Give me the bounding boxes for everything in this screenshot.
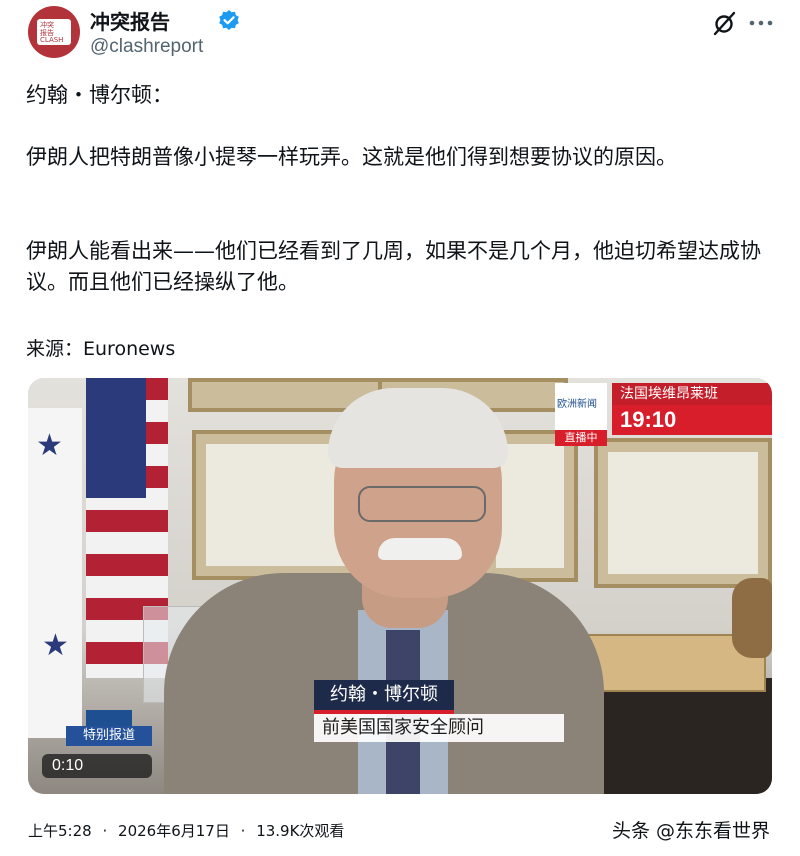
more-options-icon[interactable] <box>748 10 774 36</box>
post-header: 冲突 报告 CLASH 冲突报告 @clashreport <box>0 0 800 64</box>
post-views: 13.9K次观看 <box>256 822 345 840</box>
eagle-statue <box>732 578 772 658</box>
avatar-logo: 冲突 报告 CLASH <box>37 19 71 45</box>
post-paragraph-1: 伊朗人把特朗普像小提琴一样玩弄。这就是他们得到想要协议的原因。 <box>26 145 677 169</box>
avatar-logo-text-1: 冲突 <box>40 21 54 29</box>
special-report-logo <box>86 710 132 726</box>
verified-badge-icon <box>219 10 239 30</box>
location-label: 法国埃维昂莱班 <box>612 383 772 405</box>
lower-third-name: 约翰・博尔顿 <box>314 680 454 710</box>
meta-separator-1: · <box>102 822 108 840</box>
post-meta: 上午5:28 · 2026年6月17日 · 13.9K次观看 <box>28 820 344 841</box>
account-name[interactable]: 冲突报告 <box>90 6 170 35</box>
special-report-badge: 特别报道 <box>66 726 152 746</box>
post-paragraph-2: 伊朗人能看出来——他们已经看到了几周，如果不是几个月，他迫切希望达成协议。而且他… <box>26 239 761 294</box>
account-handle[interactable]: @clashreport <box>90 36 203 58</box>
meta-separator-2: · <box>240 822 246 840</box>
post-date[interactable]: 2026年6月17日 <box>118 822 230 840</box>
speaker-hair <box>328 388 508 468</box>
broadcast-clock: 19:10 <box>612 405 772 435</box>
source-watermark: 头条 @东东看世界 <box>612 820 771 842</box>
wall-frame-right <box>594 438 772 588</box>
avatar-logo-text-3: CLASH <box>40 36 64 44</box>
channel-logo-label: 欧洲新闻 <box>557 399 597 410</box>
post-source: 来源：Euronews <box>26 338 176 360</box>
post-heading: 约翰・博尔顿： <box>26 83 173 107</box>
avatar[interactable]: 冲突 报告 CLASH <box>28 6 80 58</box>
post-time[interactable]: 上午5:28 <box>28 822 92 840</box>
video-player[interactable]: ★ ★ 欧洲新闻 直播中 法国埃维昂莱班 19:10 特别报道 0:10 约翰・… <box>28 378 772 794</box>
speaker-mustache <box>378 538 462 560</box>
lower-third-title: 前美国国家安全顾问 <box>314 714 564 742</box>
dark-cabinet <box>588 678 772 794</box>
blue-white-flag: ★ ★ <box>28 408 82 738</box>
video-timecode: 0:10 <box>42 754 152 778</box>
grok-icon[interactable] <box>712 10 738 36</box>
live-badge: 直播中 <box>555 430 607 446</box>
speaker-glasses <box>358 486 486 522</box>
